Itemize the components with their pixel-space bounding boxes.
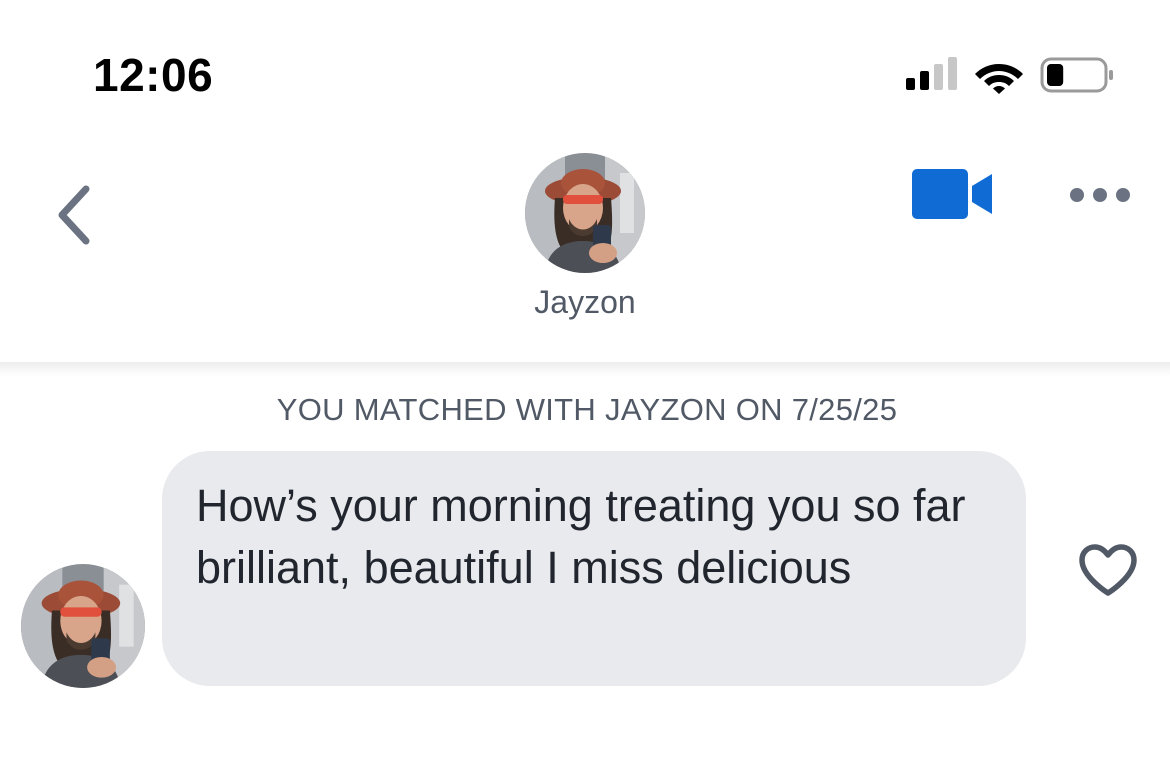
more-options-button[interactable] xyxy=(1060,170,1140,220)
video-camera-icon xyxy=(912,169,992,219)
contact-avatar[interactable] xyxy=(525,153,645,273)
cellular-signal-icon xyxy=(906,57,957,90)
header-divider xyxy=(0,362,1170,376)
heart-outline-icon xyxy=(1079,544,1137,596)
contact-name[interactable]: Jayzon xyxy=(435,284,735,321)
status-bar: 12:06 xyxy=(0,0,1170,130)
back-button[interactable] xyxy=(44,180,104,250)
video-call-button[interactable] xyxy=(906,162,1000,226)
like-message-button[interactable] xyxy=(1074,538,1142,602)
more-dots-icon xyxy=(1070,188,1130,202)
message-sender-avatar[interactable] xyxy=(21,564,145,688)
match-banner: YOU MATCHED WITH JAYZON ON 7/25/25 xyxy=(276,392,898,427)
message-bubble[interactable]: How’s your morning treating you so far b… xyxy=(162,451,1026,686)
status-time: 12:06 xyxy=(93,49,214,101)
chevron-left-icon xyxy=(58,185,90,245)
chat-header: Jayzon xyxy=(0,130,1170,362)
battery-icon xyxy=(1040,57,1113,93)
wifi-icon xyxy=(975,64,1023,94)
